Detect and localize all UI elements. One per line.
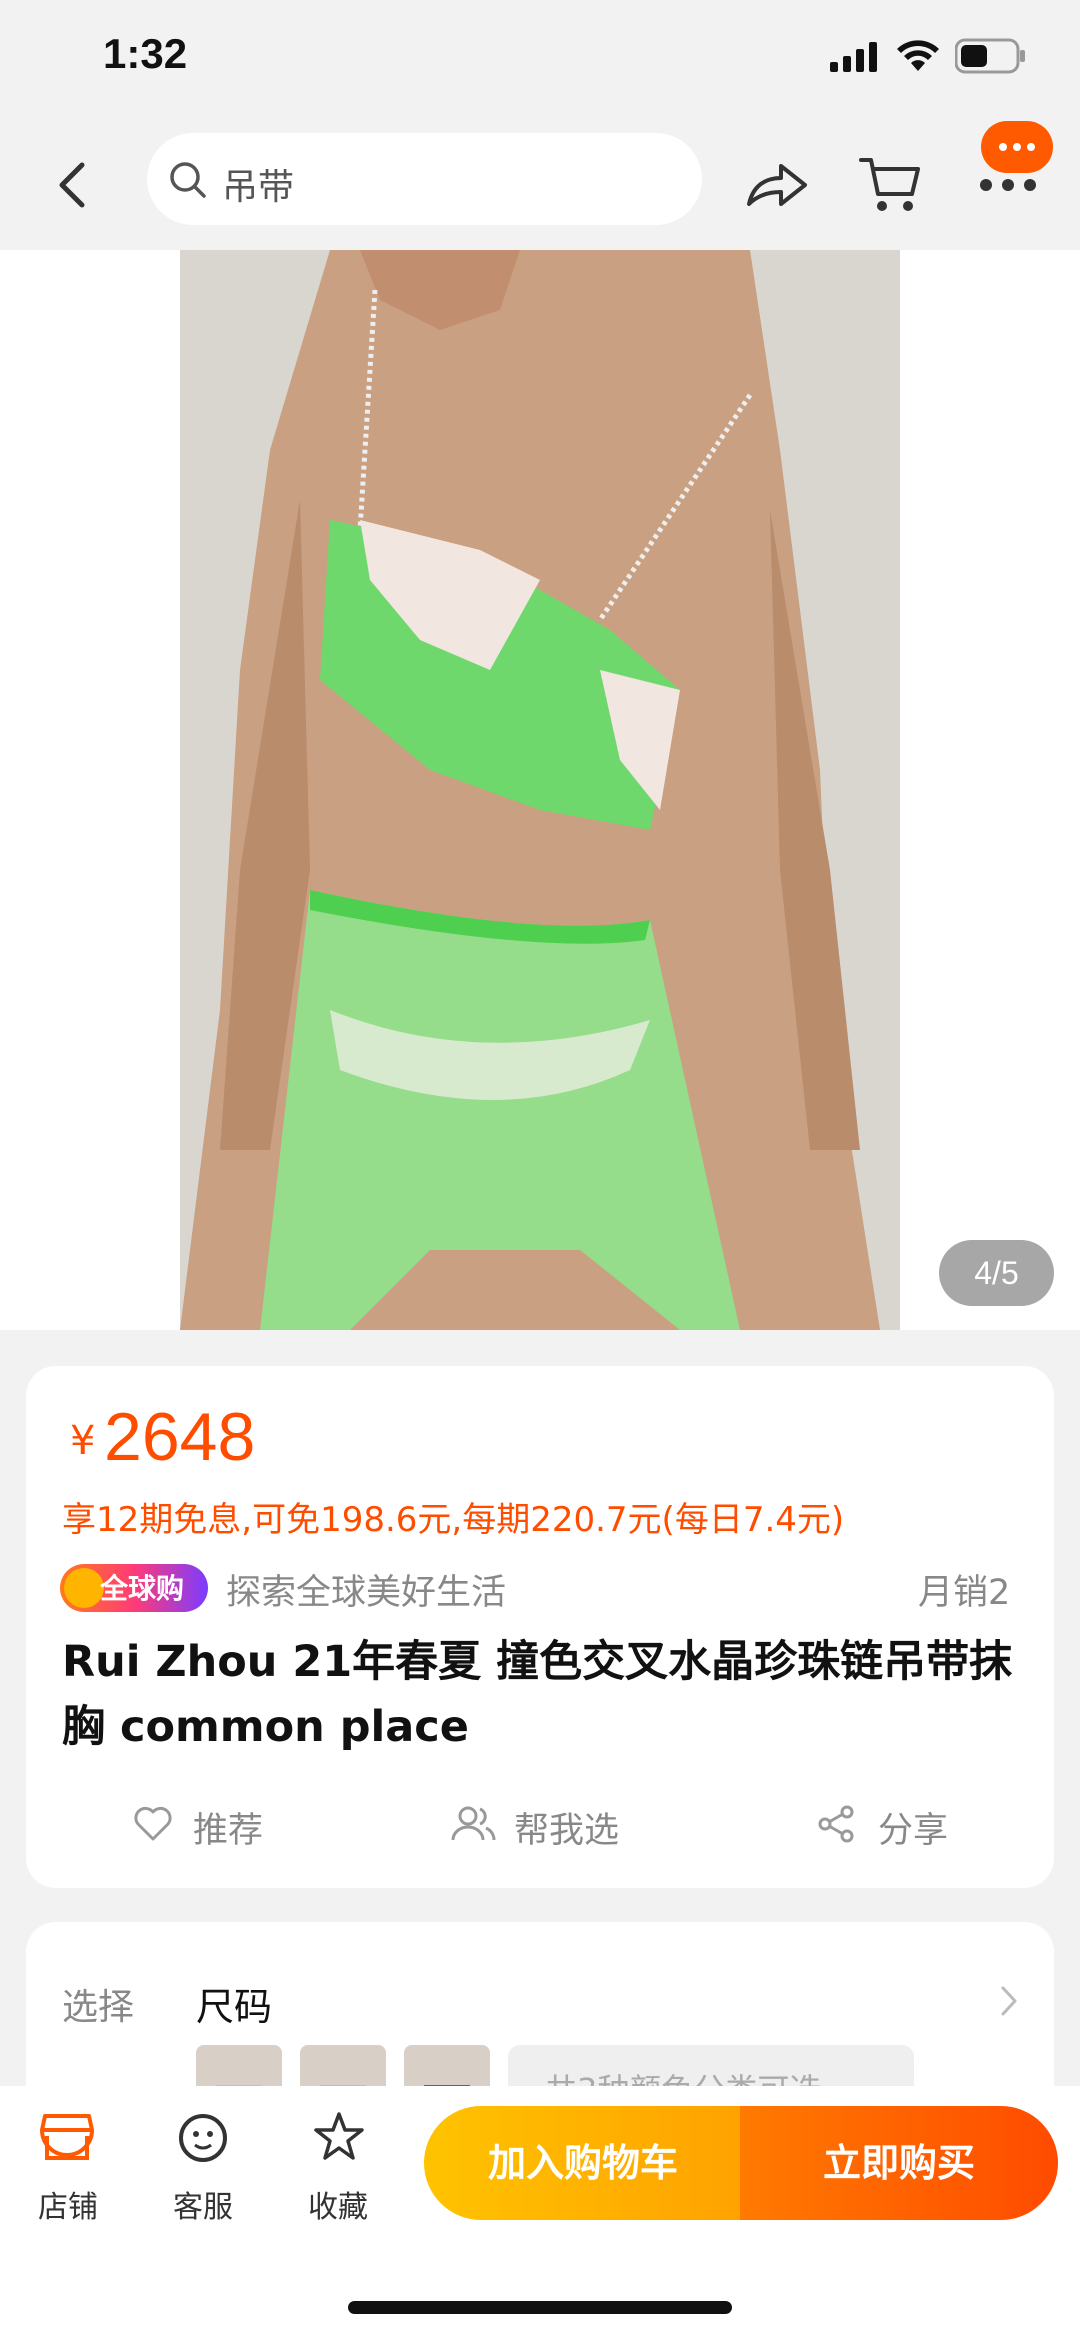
battery-icon <box>955 38 1025 74</box>
message-dots-icon <box>999 143 1035 151</box>
product-title: Rui Zhou 21年春夏 撞色交叉水晶珍珠链吊带抹胸 common plac… <box>62 1637 1013 1752</box>
search-icon <box>170 162 206 198</box>
wifi-icon <box>897 40 939 71</box>
recommend-label: 推荐 <box>193 1811 264 1851</box>
buy-now-button[interactable]: 立即购买 <box>740 2106 1058 2220</box>
installment-info[interactable]: 享12期免息,可免198.6元,每期220.7元(每日7.4元) <box>62 1492 844 1541</box>
help-me-choose-label: 帮我选 <box>514 1811 620 1851</box>
sku-value: 尺码 <box>196 1985 273 2029</box>
heart-icon <box>134 1806 172 1841</box>
tab-service-label: 客服 <box>173 2190 233 2225</box>
cart-icon[interactable] <box>858 152 924 218</box>
share-button[interactable]: 分享 <box>816 1800 976 1851</box>
tab-favorite-label: 收藏 <box>308 2190 368 2225</box>
recommend-button[interactable]: 推荐 <box>133 1800 293 1851</box>
help-me-choose-button[interactable]: 帮我选 <box>450 1800 640 1851</box>
home-indicator[interactable] <box>348 2301 732 2314</box>
chevron-right-icon <box>1001 1986 1017 2016</box>
people-icon <box>451 1806 496 1841</box>
share-arrow-icon[interactable] <box>745 158 809 212</box>
price-currency: ¥ <box>70 1418 96 1464</box>
share-label: 分享 <box>878 1811 949 1851</box>
service-icon <box>179 2114 227 2162</box>
status-time: 1:32 <box>103 30 188 77</box>
back-icon[interactable] <box>52 160 92 210</box>
sku-label: 选择 <box>62 1987 135 2028</box>
product-photo-illustration <box>180 250 900 1330</box>
add-to-cart-button[interactable]: 加入购物车 <box>424 2106 742 2220</box>
tab-service[interactable]: 客服 <box>165 2106 241 2225</box>
store-slogan: 探索全球美好生活 <box>226 1573 507 1613</box>
monthly-sales: 月销2 <box>918 1573 1011 1613</box>
share-nodes-icon <box>818 1805 854 1843</box>
store-icon <box>40 2114 94 2160</box>
star-icon <box>314 2112 364 2160</box>
global-badge-logo-icon <box>64 1568 104 1608</box>
search-query: 吊带 <box>222 167 295 208</box>
tab-favorite[interactable]: 收藏 <box>300 2106 376 2225</box>
signal-icon <box>830 42 877 72</box>
message-badge[interactable] <box>981 121 1053 173</box>
global-badge-label: 全球购 <box>100 1572 185 1605</box>
price-value: 2648 <box>104 1399 256 1475</box>
more-dots-icon[interactable] <box>978 175 1038 195</box>
tab-store-label: 店铺 <box>38 2190 98 2225</box>
product-photo[interactable] <box>180 250 900 1330</box>
image-counter: 4/5 <box>939 1240 1054 1306</box>
tab-store[interactable]: 店铺 <box>30 2106 106 2225</box>
